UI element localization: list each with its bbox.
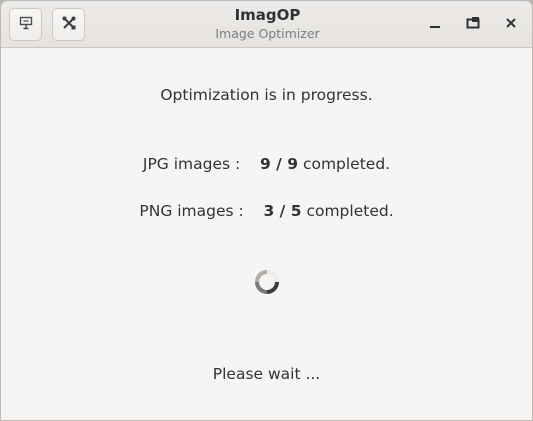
- minimize-button[interactable]: [421, 10, 449, 38]
- download-icon: [19, 15, 33, 34]
- maximize-button[interactable]: [459, 10, 487, 38]
- jpg-progress-row: JPG images : 9 / 9 completed.: [1, 155, 532, 173]
- jpg-progress-count: 9 / 9: [259, 155, 298, 173]
- tools-icon: [61, 15, 77, 35]
- header-bar: ImagOP Image Optimizer: [1, 1, 532, 48]
- window-subtitle: Image Optimizer: [215, 26, 320, 41]
- status-text: Optimization is in progress.: [160, 86, 373, 104]
- settings-button[interactable]: [52, 8, 85, 41]
- save-button[interactable]: [9, 8, 42, 41]
- jpg-completed-text: completed.: [302, 155, 391, 173]
- app-window: ImagOP Image Optimizer Optimization is i…: [0, 0, 533, 421]
- main-content: Optimization is in progress. JPG images …: [1, 49, 532, 420]
- close-icon: [504, 15, 518, 34]
- please-wait-text: Please wait ...: [212, 365, 321, 383]
- window-title: ImagOP: [234, 6, 301, 24]
- maximize-icon: [466, 15, 480, 34]
- png-completed-text: completed.: [306, 202, 394, 220]
- close-button[interactable]: [497, 10, 525, 38]
- png-progress-row: PNG images : 3 / 5 completed.: [1, 202, 532, 220]
- loading-spinner-icon: [253, 268, 281, 296]
- png-label: PNG images :: [139, 202, 244, 220]
- png-progress-count: 3 / 5: [263, 202, 302, 220]
- minimize-icon: [428, 15, 442, 34]
- window-title-block: ImagOP Image Optimizer: [151, 6, 384, 42]
- jpg-label: JPG images :: [142, 155, 241, 173]
